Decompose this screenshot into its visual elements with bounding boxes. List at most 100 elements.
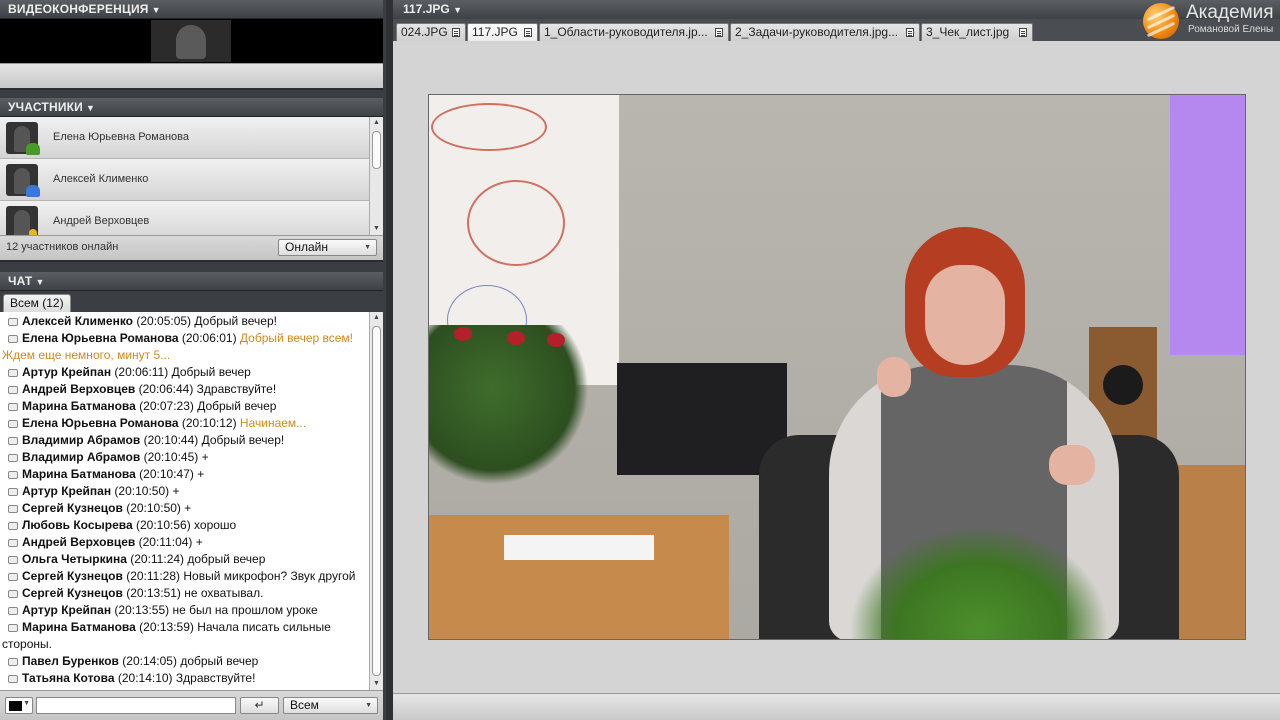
chat-input-bar: ▼ ↵ Всем ▼ <box>0 690 383 720</box>
speech-bubble-icon <box>8 658 18 666</box>
tab-file[interactable]: 1_Области-руководителя.jp... <box>539 23 729 41</box>
message-text-highlight: Добрый вечер всем! <box>239 331 354 345</box>
message-author: Артур Крейпан <box>22 484 112 498</box>
dropdown-arrow-icon[interactable]: ▼ <box>35 277 44 287</box>
message-time: (20:06:44) <box>135 382 197 396</box>
message-author: Елена Юрьевна Романова <box>22 416 182 430</box>
participant-item[interactable]: Андрей Верховцев <box>0 201 369 235</box>
scroll-down-icon[interactable]: ▼ <box>370 678 383 690</box>
dropdown-arrow-icon[interactable]: ▼ <box>86 103 95 113</box>
message-time: (20:10:50) <box>111 484 173 498</box>
message-text: Добрый вечер! <box>194 314 277 328</box>
file-icon <box>906 28 914 37</box>
chat-message: Ольга Четыркина (20:11:24) добрый вечер <box>0 551 369 568</box>
chat-message: Артур Крейпан (20:06:11) Добрый вечер <box>0 364 369 381</box>
chat-message: Владимир Абрамов (20:10:45) + <box>0 449 369 466</box>
tab-file[interactable]: 3_Чек_лист.jpg <box>921 23 1033 41</box>
speech-bubble-icon <box>8 369 18 377</box>
chevron-down-icon: ▼ <box>23 700 30 707</box>
chat-message: Сергей Кузнецов (20:11:28) Новый микрофо… <box>0 568 369 585</box>
send-button[interactable]: ↵ <box>240 697 279 714</box>
tab-label: 117.JPG <box>472 25 518 39</box>
tab-file[interactable]: 2_Задачи-руководителя.jpg... <box>730 23 920 41</box>
chat-message: Елена Юрьевна Романова (20:06:01) Добрый… <box>0 330 369 347</box>
text-color-button[interactable]: ▼ <box>5 697 33 714</box>
tab-file[interactable]: 024.JPG <box>396 23 466 41</box>
chat-panel-header[interactable]: ЧАТ ▼ <box>0 272 383 291</box>
message-time: (20:07:23) <box>135 399 198 413</box>
status-select-value: Онлайн <box>285 240 328 254</box>
document-footer-bar <box>393 693 1280 720</box>
participants-footer: 12 участников онлайн Онлайн ▼ <box>0 235 383 260</box>
message-author: Владимир Абрамов <box>22 433 141 447</box>
scroll-down-icon[interactable]: ▼ <box>370 223 383 235</box>
message-time: (20:10:44) <box>140 433 202 447</box>
chat-panel: ЧАТ ▼ Всем (12) Алексей Клименко (20:05:0… <box>0 272 383 720</box>
video-panel-title: ВИДЕОКОНФЕРЕНЦИЯ <box>8 2 149 16</box>
recipient-select[interactable]: Всем ▼ <box>283 697 378 714</box>
speech-bubble-icon <box>8 386 18 394</box>
speech-bubble-icon <box>8 420 18 428</box>
status-select[interactable]: Онлайн ▼ <box>278 239 377 256</box>
tab-label: 2_Задачи-руководителя.jpg... <box>735 25 899 39</box>
participant-item[interactable]: Елена Юрьевна Романова <box>0 117 369 159</box>
chat-message: Сергей Кузнецов (20:10:50) + <box>0 500 369 517</box>
participants-scrollbar[interactable]: ▲ ▼ <box>369 117 383 235</box>
avatar <box>6 164 40 197</box>
message-text: Здравствуйте! <box>175 671 256 685</box>
logo-subtitle: Романовой Елены <box>1188 24 1274 35</box>
speech-bubble-icon <box>8 488 18 496</box>
chat-scrollbar[interactable]: ▲ ▼ <box>369 312 383 690</box>
message-time: (20:10:50) <box>122 501 185 515</box>
message-text: + <box>201 450 209 464</box>
academy-logo: Академия Романовой Елены <box>1141 0 1280 40</box>
tab-all[interactable]: Всем (12) <box>3 294 71 312</box>
scroll-up-icon[interactable]: ▲ <box>370 117 383 129</box>
message-author: Любовь Косырева <box>22 518 133 532</box>
speech-bubble-icon <box>8 522 18 530</box>
chat-input[interactable] <box>36 697 236 714</box>
chat-tabs: Всем (12) <box>0 291 383 312</box>
message-author: Андрей Верховцев <box>22 382 136 396</box>
message-author: Марина Батманова <box>22 467 136 481</box>
message-time: (20:05:05) <box>133 314 195 328</box>
scrollbar-thumb[interactable] <box>372 326 381 676</box>
video-panel-header[interactable]: ВИДЕОКОНФЕРЕНЦИЯ ▼ <box>0 0 383 19</box>
chat-message: стороны. <box>0 636 369 653</box>
dropdown-arrow-icon[interactable]: ▼ <box>453 5 462 15</box>
message-text: + <box>197 467 205 481</box>
user-status-icon <box>26 185 40 197</box>
chat-message: Марина Батманова (20:07:23) Добрый вечер <box>0 398 369 415</box>
message-time: (20:14:05) <box>118 654 181 668</box>
participant-name: Елена Юрьевна Романова <box>53 131 189 143</box>
presentation-photo[interactable] <box>428 94 1246 640</box>
chat-message: Ждем еще немного, минут 5... <box>0 347 369 364</box>
user-status-icon <box>26 143 40 155</box>
video-panel: ВИДЕОКОНФЕРЕНЦИЯ ▼ <box>0 0 383 90</box>
webcam-thumbnail[interactable] <box>151 20 231 62</box>
scroll-up-icon[interactable]: ▲ <box>370 312 383 324</box>
video-controls-bar <box>0 63 383 88</box>
scrollbar-thumb[interactable] <box>372 131 381 169</box>
document-title: 117.JPG <box>403 2 450 16</box>
tab-label: 3_Чек_лист.jpg <box>926 25 1010 39</box>
tab-file[interactable]: 117.JPG <box>467 23 538 41</box>
left-column: ВИДЕОКОНФЕРЕНЦИЯ ▼ УЧАСТНИКИ ▼ Елена Юрь… <box>0 0 386 720</box>
message-time: (20:11:28) <box>122 569 184 583</box>
logo-title: Академия <box>1186 2 1274 23</box>
message-author: Сергей Кузнецов <box>22 501 123 515</box>
participant-name: Алексей Клименко <box>53 173 149 185</box>
participant-name: Андрей Верховцев <box>53 215 150 227</box>
speech-bubble-icon <box>8 318 18 326</box>
participants-panel-header[interactable]: УЧАСТНИКИ ▼ <box>0 98 383 117</box>
chat-message: Андрей Верховцев (20:11:04) + <box>0 534 369 551</box>
panel-splitter[interactable] <box>386 0 393 720</box>
file-icon <box>452 28 460 37</box>
chat-message: Марина Батманова (20:10:47) + <box>0 466 369 483</box>
person-silhouette-icon <box>176 25 206 59</box>
chat-messages: Алексей Клименко (20:05:05) Добрый вечер… <box>0 312 369 690</box>
participant-item[interactable]: Алексей Клименко <box>0 159 369 201</box>
message-author: Марина Батманова <box>22 399 136 413</box>
chat-message: Артур Крейпан (20:13:55) не был на прошл… <box>0 602 369 619</box>
dropdown-arrow-icon[interactable]: ▼ <box>152 5 161 15</box>
